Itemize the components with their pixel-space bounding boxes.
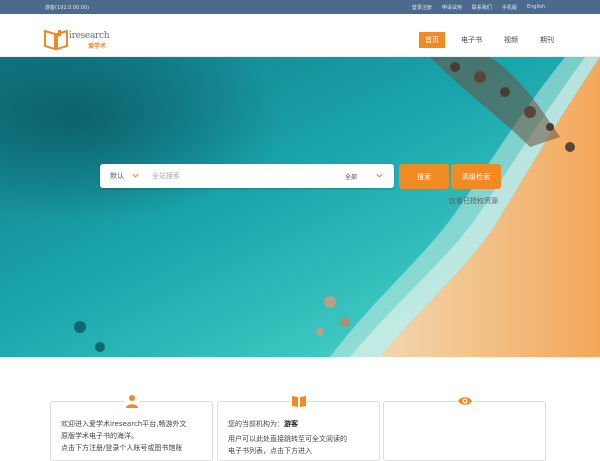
institution-name: 游客 <box>284 420 298 428</box>
welcome-text-2: 原版学术电子书的海洋。 <box>61 432 138 440</box>
institution-line: 您的当前机构为：游客 <box>228 420 298 428</box>
nav-home[interactable]: 首页 <box>419 32 445 48</box>
welcome-text-3: 点击下方注册/登录个人账号或图书馆账 <box>61 444 183 452</box>
contact-us-link[interactable]: 联系我们 <box>472 4 492 11</box>
brand-name: iresearch <box>69 31 110 41</box>
english-link[interactable]: English <box>527 4 545 11</box>
search-input[interactable] <box>152 169 332 183</box>
view-card <box>383 394 546 461</box>
search-button[interactable]: 搜索 <box>399 164 449 189</box>
site-header: iresearch 爱学术 首页 电子书 视频 期刊 <box>0 14 600 57</box>
hero-banner <box>0 57 600 357</box>
chevron-down-icon[interactable] <box>132 172 139 179</box>
welcome-text-1: 欢迎进入爱学术iresearch平台,畅游外文 <box>61 420 187 428</box>
site-logo[interactable]: iresearch 爱学术 <box>44 28 110 50</box>
search-box: 默认 全部 <box>100 164 394 188</box>
institution-card: 您的当前机构为：游客 用户可以此处直接跳转至可全文阅读的 电子书列表，点击下方进… <box>217 394 380 461</box>
login-register-link[interactable]: 登录注册 <box>412 4 432 11</box>
institution-text-3: 电子书列表，点击下方进入 <box>228 447 312 455</box>
nav-journals[interactable]: 期刊 <box>534 32 560 48</box>
eye-icon <box>456 394 473 408</box>
apply-trial-link[interactable]: 申请试用 <box>442 4 462 11</box>
mobile-version-link[interactable]: 手机版 <box>502 4 517 11</box>
info-cards: 欢迎进入爱学术iresearch平台,畅游外文 原版学术电子书的海洋。 点击下方… <box>50 394 546 461</box>
guest-ip-label: 游客(192.0.00.00) <box>45 5 90 11</box>
book-logo-icon <box>44 29 68 50</box>
top-bar: 游客(192.0.00.00) 登录注册 申请试用 联系我们 手机版 Engli… <box>0 0 600 14</box>
top-links: 登录注册 申请试用 联系我们 手机版 English <box>412 4 545 11</box>
brand-sub: 爱学术 <box>88 43 107 50</box>
search-type-select[interactable]: 全部 <box>345 172 357 181</box>
chevron-down-icon[interactable] <box>376 172 383 179</box>
main-nav: 首页 电子书 视频 期刊 <box>419 32 560 48</box>
user-icon <box>123 394 140 408</box>
advanced-search-button[interactable]: 高级检索 <box>451 164 501 189</box>
open-book-icon <box>290 394 307 408</box>
authorized-only-link[interactable]: 仅看已授权资源 <box>449 196 498 206</box>
beach-aerial-image <box>0 57 600 357</box>
nav-videos[interactable]: 视频 <box>498 32 524 48</box>
welcome-card: 欢迎进入爱学术iresearch平台,畅游外文 原版学术电子书的海洋。 点击下方… <box>50 394 213 461</box>
search-scope-select[interactable]: 默认 <box>110 171 124 181</box>
institution-text-2: 用户可以此处直接跳转至可全文阅读的 <box>228 435 347 443</box>
nav-ebooks[interactable]: 电子书 <box>455 32 488 48</box>
